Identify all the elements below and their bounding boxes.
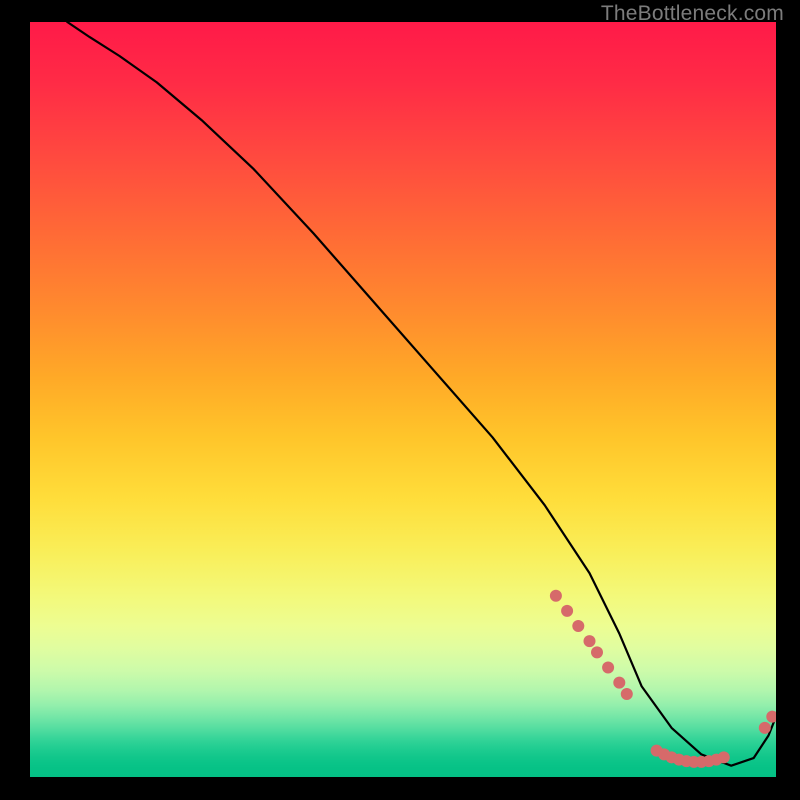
plot-area	[30, 22, 776, 777]
bottleneck-curve	[67, 22, 776, 766]
data-marker	[602, 662, 614, 674]
data-marker	[613, 677, 625, 689]
curve-layer	[30, 22, 776, 777]
data-marker	[621, 688, 633, 700]
data-marker	[591, 646, 603, 658]
data-marker	[718, 751, 730, 763]
data-marker	[584, 635, 596, 647]
data-marker	[561, 605, 573, 617]
chart-stage: TheBottleneck.com	[0, 0, 800, 800]
data-marker	[766, 711, 776, 723]
marker-cluster	[550, 590, 776, 768]
data-marker	[550, 590, 562, 602]
data-marker	[572, 620, 584, 632]
data-marker	[759, 722, 771, 734]
